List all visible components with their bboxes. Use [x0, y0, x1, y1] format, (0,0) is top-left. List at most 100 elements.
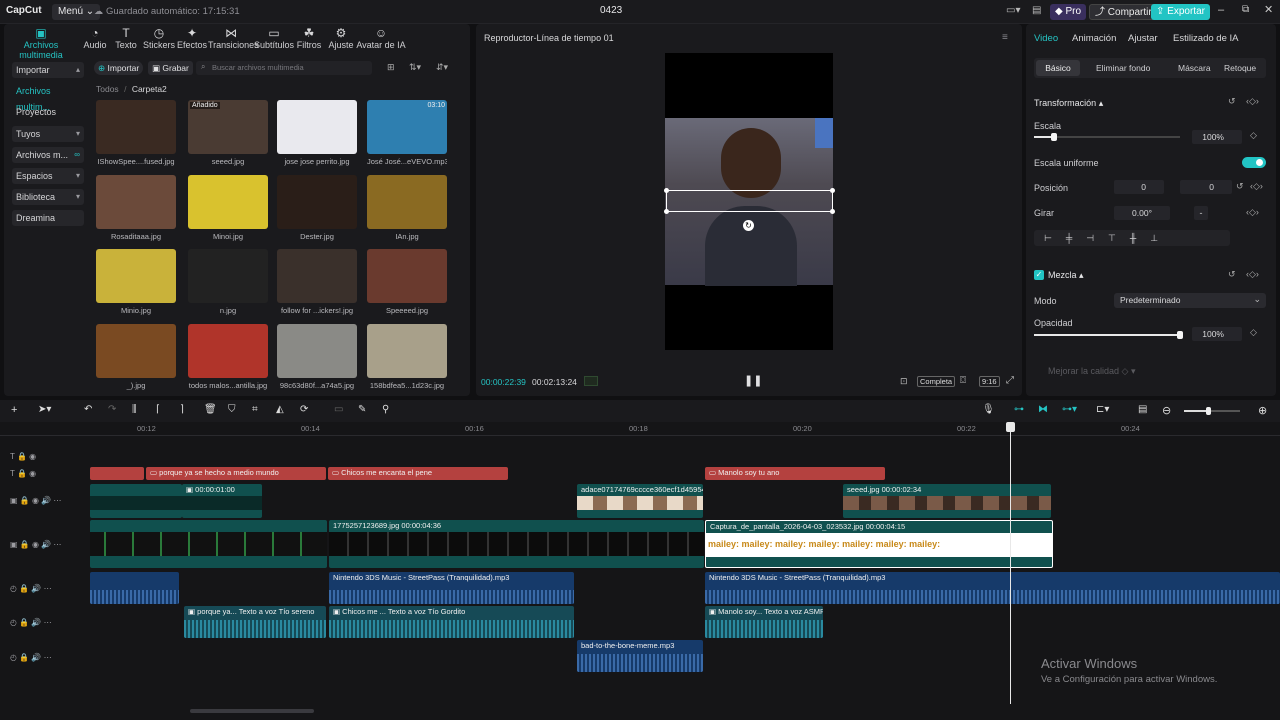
media-item[interactable]: Speeeed.jpg: [367, 249, 447, 317]
person-icon[interactable]: ⚲: [382, 404, 389, 415]
media-item[interactable]: Minio.jpg: [96, 249, 176, 317]
opacity-slider[interactable]: [1034, 331, 1183, 339]
keyframe-prev-icon[interactable]: ‹◇›: [1246, 96, 1259, 107]
zoom-slider[interactable]: [1184, 407, 1240, 415]
blend-header[interactable]: Mezcla ▴: [1048, 270, 1084, 281]
add-track-icon[interactable]: +: [11, 404, 17, 416]
audio-clip[interactable]: [90, 572, 179, 604]
crop-icon[interactable]: ⊡: [900, 376, 908, 387]
preview-axis-icon[interactable]: ⊏▾: [1096, 404, 1109, 415]
split-left-icon[interactable]: ⌈: [156, 404, 160, 415]
select-tool-icon[interactable]: ➤▾: [38, 404, 51, 415]
uniform-scale-toggle[interactable]: [1242, 157, 1266, 168]
hamburger-icon[interactable]: ≡: [1002, 32, 1008, 43]
selected-video-clip[interactable]: Captura_de_pantalla_2026-04-03_023532.jp…: [705, 520, 1053, 568]
text-clip[interactable]: ▭ Manolo soy tu ano: [705, 467, 885, 480]
opacity-value[interactable]: 100%: [1192, 327, 1242, 341]
caption-toggle-icon[interactable]: ▤: [1138, 404, 1147, 415]
tab-video[interactable]: Video: [1034, 33, 1058, 44]
subtab-mask[interactable]: Máscara: [1178, 63, 1211, 73]
fullscreen-icon[interactable]: ⤢: [1006, 375, 1014, 386]
project-name[interactable]: 0423: [600, 5, 622, 16]
close-icon[interactable]: ✕: [1264, 3, 1273, 16]
scale-slider-knob[interactable]: [1051, 133, 1058, 141]
ratio-button[interactable]: 9:16: [979, 376, 1000, 387]
media-item[interactable]: _).jpg: [96, 324, 176, 392]
screenshot-icon[interactable]: ⌼: [960, 375, 966, 386]
resize-handle[interactable]: [830, 188, 835, 193]
text-clip[interactable]: ▭ porque ya se hecho a medio mundo: [146, 467, 326, 480]
tool-avatar[interactable]: ☺ Avatar de IA: [356, 27, 406, 51]
tool-effects[interactable]: ✦ Efectos: [173, 27, 211, 51]
redo-icon[interactable]: ↷: [108, 404, 116, 415]
media-item[interactable]: Dester.jpg: [277, 175, 357, 243]
snap-icon[interactable]: ⧓: [1038, 404, 1048, 415]
media-item[interactable]: Añadido seeed.jpg: [188, 100, 268, 168]
minimize-icon[interactable]: –: [1218, 4, 1224, 16]
maximize-icon[interactable]: ⧉: [1242, 4, 1249, 15]
undo-icon[interactable]: ↶: [84, 404, 92, 415]
position-x-input[interactable]: 0: [1114, 180, 1164, 194]
text-clip[interactable]: [90, 467, 144, 480]
sidebar-item-projects[interactable]: Proyectos secun...: [12, 104, 84, 133]
sidebar-item-dreamina[interactable]: Dreamina: [12, 210, 84, 226]
sidebar-item-import[interactable]: Importar ▴: [12, 62, 84, 78]
flip-button[interactable]: -: [1194, 206, 1208, 220]
tool-filters[interactable]: ☘ Filtros: [291, 27, 327, 51]
zoom-in-icon[interactable]: ⊕: [1258, 404, 1267, 417]
tool-adjust[interactable]: ⚙ Ajuste: [323, 27, 359, 51]
media-item[interactable]: IAn.jpg: [367, 175, 447, 243]
rotate-input[interactable]: 0.00°: [1114, 206, 1170, 220]
rotate-handle-icon[interactable]: ↻: [743, 220, 754, 231]
resize-handle[interactable]: [830, 209, 835, 214]
align-toolbar[interactable]: ⊢╪⊣⊤╫⊥: [1034, 230, 1230, 246]
breadcrumb-root[interactable]: Todos: [96, 84, 119, 94]
pause-icon[interactable]: ❚❚: [744, 374, 762, 387]
playhead[interactable]: [1006, 422, 1015, 704]
media-item[interactable]: follow for ...ickers!.jpg: [277, 249, 357, 317]
keyframe-icon[interactable]: ◇: [1250, 327, 1257, 338]
keyboard-icon[interactable]: ▤: [1032, 5, 1041, 16]
preview-canvas[interactable]: ↻: [664, 53, 835, 350]
zoom-slider-knob[interactable]: [1206, 407, 1211, 415]
split-icon[interactable]: ⫼: [132, 404, 137, 415]
sidebar-item-files[interactable]: Archivos m... ∞: [12, 147, 84, 163]
timeline-scrollbar[interactable]: [190, 709, 314, 713]
media-item[interactable]: todos malos...antilla.jpg: [188, 324, 268, 392]
time-ruler[interactable]: 00:12 00:14 00:16 00:18 00:20 00:22 00:24: [0, 422, 1280, 436]
mirror-icon[interactable]: ◭: [276, 404, 284, 415]
breadcrumb-folder[interactable]: Carpeta2: [132, 84, 167, 94]
sidebar-item-spaces[interactable]: Espacios ▾: [12, 168, 84, 184]
subtab-retouch[interactable]: Retoque: [1224, 63, 1256, 73]
transform-header[interactable]: Transformación ▴: [1034, 98, 1103, 109]
voice-clip[interactable]: ▣ porque ya... Texto a voz Tío sereno: [184, 606, 326, 638]
magnet-icon[interactable]: ⊶▾: [1062, 404, 1077, 415]
opacity-slider-knob[interactable]: [1177, 331, 1183, 339]
reset-icon[interactable]: ↺: [1236, 181, 1244, 192]
audio-clip[interactable]: Nintendo 3DS Music - StreetPass (Tranqui…: [705, 572, 1280, 604]
playhead-handle[interactable]: [1006, 422, 1015, 432]
video-clip[interactable]: ▣ 00:00:01:00: [182, 484, 262, 518]
keyframe-icon[interactable]: ‹◇›: [1246, 269, 1259, 280]
keyframe-icon[interactable]: ‹◇›: [1250, 181, 1263, 192]
video-clip[interactable]: 1775257123689.jpg 00:00:04:36: [329, 520, 704, 568]
export-button[interactable]: ⇪ Exportar: [1151, 4, 1210, 20]
audio-clip[interactable]: bad-to-the-bone-meme.mp3: [577, 640, 703, 672]
menu-button[interactable]: Menú ⌄: [52, 4, 101, 20]
grid-view-icon[interactable]: ⊞: [387, 62, 395, 73]
sidebar-item-media[interactable]: Archivos multim...: [12, 83, 84, 112]
scale-slider[interactable]: [1034, 133, 1180, 141]
shield-icon[interactable]: ⛉: [228, 404, 236, 415]
magic-icon[interactable]: ✎: [358, 404, 366, 415]
tab-animation[interactable]: Animación: [1072, 33, 1116, 44]
media-item[interactable]: Rosaditaaa.jpg: [96, 175, 176, 243]
scale-value[interactable]: 100%: [1192, 130, 1242, 144]
link-clips-icon[interactable]: ⊶: [1014, 404, 1024, 415]
record-button[interactable]: ▣ Grabar: [148, 61, 193, 75]
position-y-input[interactable]: 0: [1180, 180, 1232, 194]
tool-subtitles[interactable]: ▭ Subtítulos: [254, 27, 294, 51]
caption-icon[interactable]: ▭: [334, 404, 343, 415]
media-item[interactable]: IShowSpee....fused.jpg: [96, 100, 176, 168]
subtab-remove-bg[interactable]: Eliminar fondo: [1096, 63, 1150, 73]
media-item[interactable]: n.jpg: [188, 249, 268, 317]
